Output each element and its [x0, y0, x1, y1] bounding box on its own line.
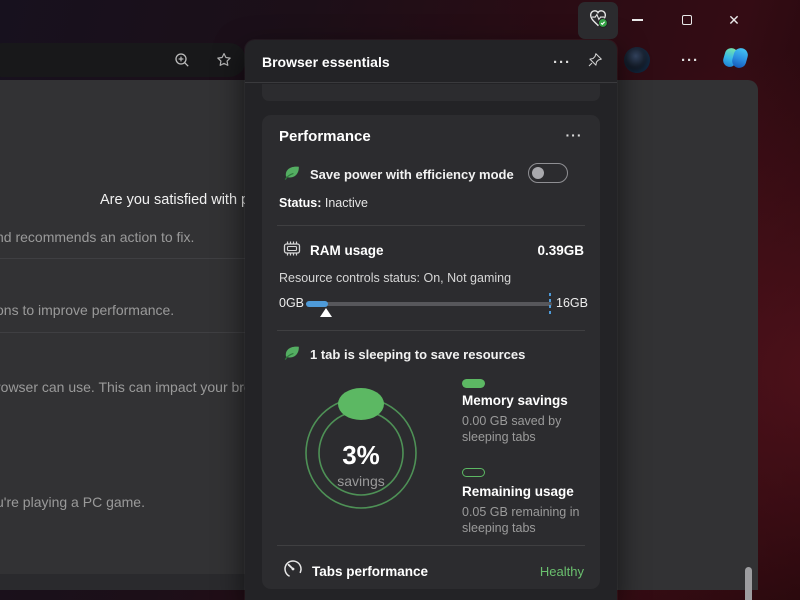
gauge-icon: [282, 558, 304, 580]
zoom-in-icon[interactable]: [174, 52, 190, 68]
performance-title: Performance: [279, 128, 371, 145]
memory-savings-swatch: [462, 379, 485, 388]
ram-slider-fill: [306, 301, 328, 307]
divider: [0, 258, 246, 259]
close-button[interactable]: ✕: [713, 0, 755, 40]
ram-usage-value: 0.39GB: [537, 243, 584, 258]
divider: [245, 82, 617, 83]
efficiency-mode-toggle[interactable]: [528, 163, 568, 183]
page-section-edge: [0, 574, 246, 590]
maximize-icon: [682, 15, 692, 25]
toggle-knob: [532, 167, 544, 179]
browser-essentials-panel: Browser essentials ··· Performance ···: [245, 40, 617, 600]
background-text-fragment: ons to improve performance.: [0, 302, 174, 318]
background-text-fragment: u're playing a PC game.: [0, 494, 145, 510]
remaining-usage-line2: sleeping tabs: [462, 521, 536, 535]
ram-usage-label: RAM usage: [310, 243, 384, 258]
remaining-usage-title: Remaining usage: [462, 484, 574, 499]
memory-savings-line2: sleeping tabs: [462, 430, 536, 444]
status-label: Status:: [279, 196, 321, 210]
minimize-button[interactable]: [616, 0, 658, 40]
browser-essentials-toolbar-button[interactable]: [578, 2, 618, 39]
divider: [277, 330, 585, 331]
divider: [277, 545, 585, 546]
profile-avatar[interactable]: [624, 47, 650, 73]
pin-icon: [586, 51, 604, 74]
memory-savings-title: Memory savings: [462, 393, 568, 408]
efficiency-leaf-icon: [282, 163, 302, 183]
favorites-star-icon[interactable]: [216, 52, 232, 68]
resource-controls-status: Resource controls status: On, Not gaming: [279, 271, 511, 285]
remaining-usage-swatch: [462, 468, 485, 477]
background-text-fragment: nd recommends an action to fix.: [0, 229, 194, 245]
ram-slider-min-label: 0GB: [279, 296, 304, 310]
memory-savings-line1: 0.00 GB saved by: [462, 414, 561, 428]
ram-slider-marker[interactable]: [320, 308, 332, 317]
pin-panel-button[interactable]: [583, 50, 607, 74]
tabs-performance-status: Healthy: [540, 564, 584, 579]
sleeping-tabs-leaf-icon: [282, 343, 302, 363]
maximize-button[interactable]: [666, 0, 708, 40]
performance-more-button[interactable]: ···: [560, 123, 588, 147]
ellipsis-icon: ···: [553, 54, 571, 71]
desktop: ✕ ···: [0, 0, 800, 600]
remaining-usage-line1: 0.05 GB remaining in: [462, 505, 579, 519]
performance-card: Performance ··· Save power with efficien…: [262, 115, 600, 589]
scrolled-card-edge: [262, 84, 600, 101]
minimize-icon: [632, 19, 643, 20]
close-icon: ✕: [728, 12, 740, 29]
efficiency-mode-label: Save power with efficiency mode: [310, 167, 514, 182]
ellipsis-icon: ···: [681, 52, 699, 69]
panel-more-button[interactable]: ···: [547, 49, 577, 75]
settings-menu-button[interactable]: ···: [676, 46, 704, 74]
divider: [277, 225, 585, 226]
ram-usage-slider: [306, 302, 552, 306]
address-bar[interactable]: [0, 43, 246, 77]
background-text-fragment: rowser can use. This can impact your bro…: [0, 379, 262, 395]
panel-title: Browser essentials: [262, 54, 390, 70]
tabs-performance-label: Tabs performance: [312, 564, 428, 579]
background-heading-fragment: Are you satisfied with pe: [100, 192, 257, 208]
donut-percent: 3%: [290, 440, 432, 471]
efficiency-status: Status: Inactive: [279, 196, 368, 210]
divider: [0, 332, 246, 333]
ram-slider-max-label: 16GB: [556, 296, 588, 310]
ram-chip-icon: [282, 239, 302, 259]
sleeping-tabs-banner: 1 tab is sleeping to save resources: [310, 347, 525, 362]
heart-pulse-icon: [587, 7, 609, 34]
donut-caption: savings: [290, 473, 432, 489]
copilot-icon[interactable]: [723, 45, 749, 71]
ellipsis-icon: ···: [566, 127, 583, 143]
page-scrollbar-thumb[interactable]: [745, 567, 752, 600]
ram-limit-dashed-line: [549, 293, 551, 315]
status-value: Inactive: [325, 196, 368, 210]
